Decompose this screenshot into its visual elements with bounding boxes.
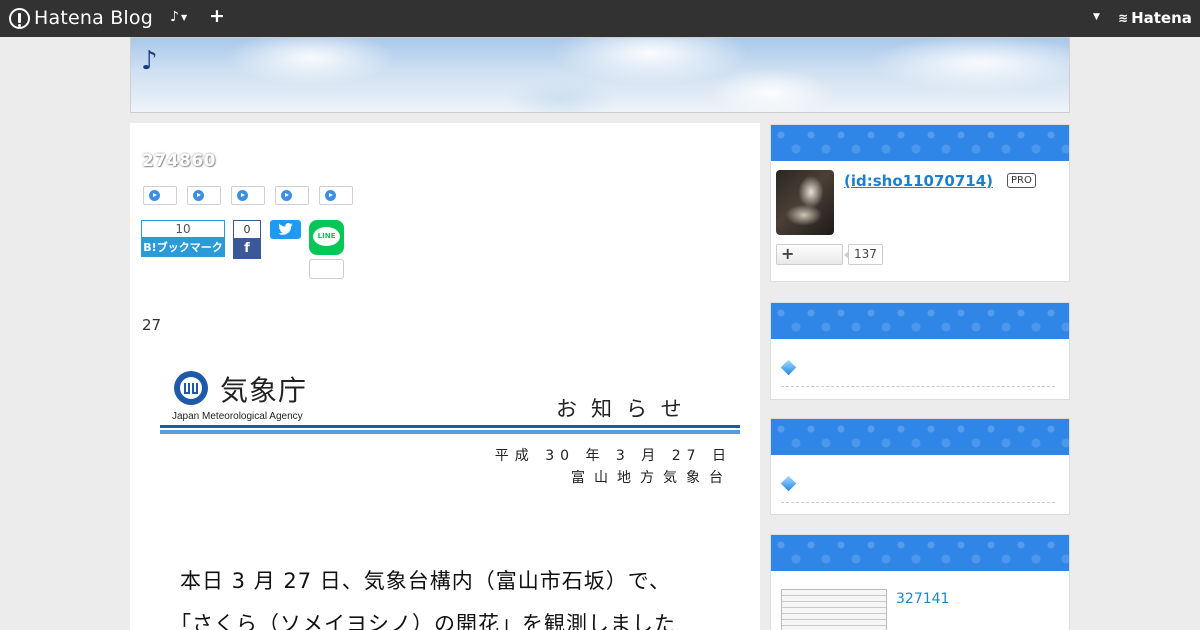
chevron-down-icon: ▼ <box>180 12 188 22</box>
entry-thumbnail[interactable] <box>781 589 887 630</box>
hatena-logo-icon <box>9 7 30 29</box>
jma-logo-icon <box>174 371 208 405</box>
profile-id-link[interactable]: (id:sho11070714) <box>844 172 993 190</box>
entry-article: 274860 10 B!ブックマーク 0 f LINE 27 気象庁 Japan… <box>130 123 760 630</box>
entry-body-text: 27 <box>142 316 162 334</box>
top-bar: Hatena Blog ♪ ▼ + ▼ ≋ Hatena <box>0 0 1200 37</box>
note-menu-label: ♪ <box>170 9 179 25</box>
profile-module: (id:sho11070714) PRO + 137 <box>770 124 1070 282</box>
diamond-icon <box>780 475 797 492</box>
plus-icon: + <box>781 244 795 263</box>
play-icon <box>193 190 204 201</box>
module-header <box>771 419 1069 455</box>
notice-heading: お知らせ <box>556 397 696 421</box>
facebook-icon: f <box>233 239 261 259</box>
entry-title[interactable]: 274860 <box>142 151 216 171</box>
play-icon <box>237 190 248 201</box>
category-tag[interactable] <box>319 186 353 205</box>
notice-body-line: 本日 3 月 27 日、気象台構内（富山市石坂）で、 <box>180 569 671 593</box>
diamond-icon <box>780 359 797 376</box>
sidebar-module <box>770 418 1070 515</box>
notice-body-line: 「さくら（ソメイヨシノ）の開花」を観測しました <box>170 612 676 630</box>
category-tag[interactable] <box>275 186 309 205</box>
module-header <box>771 535 1069 571</box>
module-header <box>771 125 1069 161</box>
module-header <box>771 303 1069 339</box>
play-icon <box>149 190 160 201</box>
follow-button[interactable]: + <box>776 244 843 265</box>
sidebar-item[interactable] <box>780 475 797 493</box>
twitter-share-button[interactable] <box>270 220 301 239</box>
add-entry-button[interactable]: + <box>209 5 225 27</box>
avatar[interactable] <box>776 170 834 235</box>
bookmark-label: B!ブックマーク <box>141 238 225 257</box>
hatena-link[interactable]: ≋ Hatena <box>1118 9 1192 27</box>
notice-organization: 富山地方気象台 <box>571 470 732 486</box>
category-tag[interactable] <box>187 186 221 205</box>
line-share-button[interactable]: LINE <box>309 220 344 255</box>
divider <box>160 425 740 428</box>
bookmark-count: 10 <box>141 220 225 238</box>
twitter-icon <box>278 223 293 235</box>
category-tag[interactable] <box>231 186 265 205</box>
hatena-blog-logo[interactable]: Hatena Blog <box>9 6 153 30</box>
hatena-label: Hatena <box>1131 9 1192 27</box>
sidebar-module: 327141 <box>770 534 1070 630</box>
facebook-count: 0 <box>233 220 261 239</box>
category-tag[interactable] <box>143 186 177 205</box>
note-menu-button[interactable]: ♪ ▼ <box>170 9 187 25</box>
facebook-share-button[interactable]: 0 f <box>233 220 261 259</box>
blog-header: ♪ <box>130 37 1070 113</box>
notice-image: 気象庁 Japan Meteorological Agency お知らせ 平成 … <box>160 363 740 630</box>
divider <box>781 386 1055 387</box>
line-count-box <box>309 259 344 279</box>
hatena-bookmark-button[interactable]: 10 B!ブックマーク <box>141 220 225 259</box>
agency-name-en: Japan Meteorological Agency <box>172 411 303 422</box>
thumbnail-count[interactable]: 327141 <box>896 591 949 607</box>
divider <box>160 430 740 434</box>
line-icon: LINE <box>313 227 340 246</box>
follower-count: 137 <box>844 244 883 265</box>
brand-label: Hatena Blog <box>34 7 153 29</box>
category-list <box>143 186 353 205</box>
play-icon <box>325 190 336 201</box>
notice-date: 平成 30 年 3 月 27 日 <box>494 448 732 464</box>
pro-badge: PRO <box>1007 173 1036 188</box>
account-menu-chevron-icon[interactable]: ▼ <box>1093 12 1100 22</box>
divider <box>781 502 1055 503</box>
sidebar-item[interactable] <box>780 359 797 377</box>
sidebar-module <box>770 302 1070 400</box>
hatena-mark-icon: ≋ <box>1118 11 1129 25</box>
play-icon <box>281 190 292 201</box>
blog-title[interactable]: ♪ <box>141 46 158 76</box>
agency-name-ja: 気象庁 <box>220 374 308 407</box>
